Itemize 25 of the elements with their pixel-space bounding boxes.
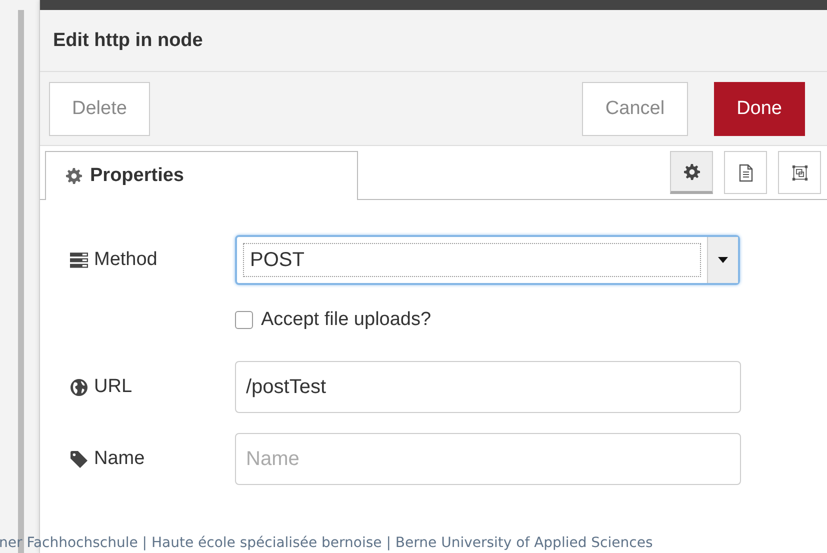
frame-icon (792, 164, 808, 182)
field-label: URL (94, 376, 132, 398)
view-button[interactable] (724, 151, 767, 194)
checkbox-label: Accept file uploads? (261, 309, 432, 331)
document-icon (738, 164, 754, 182)
list-icon (70, 252, 88, 268)
view-button[interactable] (670, 151, 713, 194)
input-field[interactable]: Name (235, 433, 741, 485)
footer-text: ner Fachhochschule | Haute école spécialisée bernoise | Berne University of Applied Sciences (0, 535, 653, 551)
window-title: Edit http in node (53, 30, 203, 52)
input-field[interactable]: /postTest (235, 361, 741, 413)
gear-icon (684, 162, 700, 180)
field-label: Method (94, 249, 158, 271)
action-button[interactable]: Delete (49, 82, 150, 136)
checkbox[interactable] (235, 311, 253, 329)
tag-icon (70, 450, 88, 468)
field-label: Name (94, 448, 145, 470)
action-button[interactable]: Cancel (582, 82, 688, 136)
globe-icon (70, 378, 88, 396)
done-button[interactable]: Done (714, 82, 805, 136)
tab[interactable]: Properties (45, 151, 358, 200)
caret-icon (718, 257, 728, 263)
view-button[interactable] (778, 151, 821, 194)
gear-icon (66, 168, 82, 184)
method-dropdown[interactable]: POST (235, 235, 740, 285)
